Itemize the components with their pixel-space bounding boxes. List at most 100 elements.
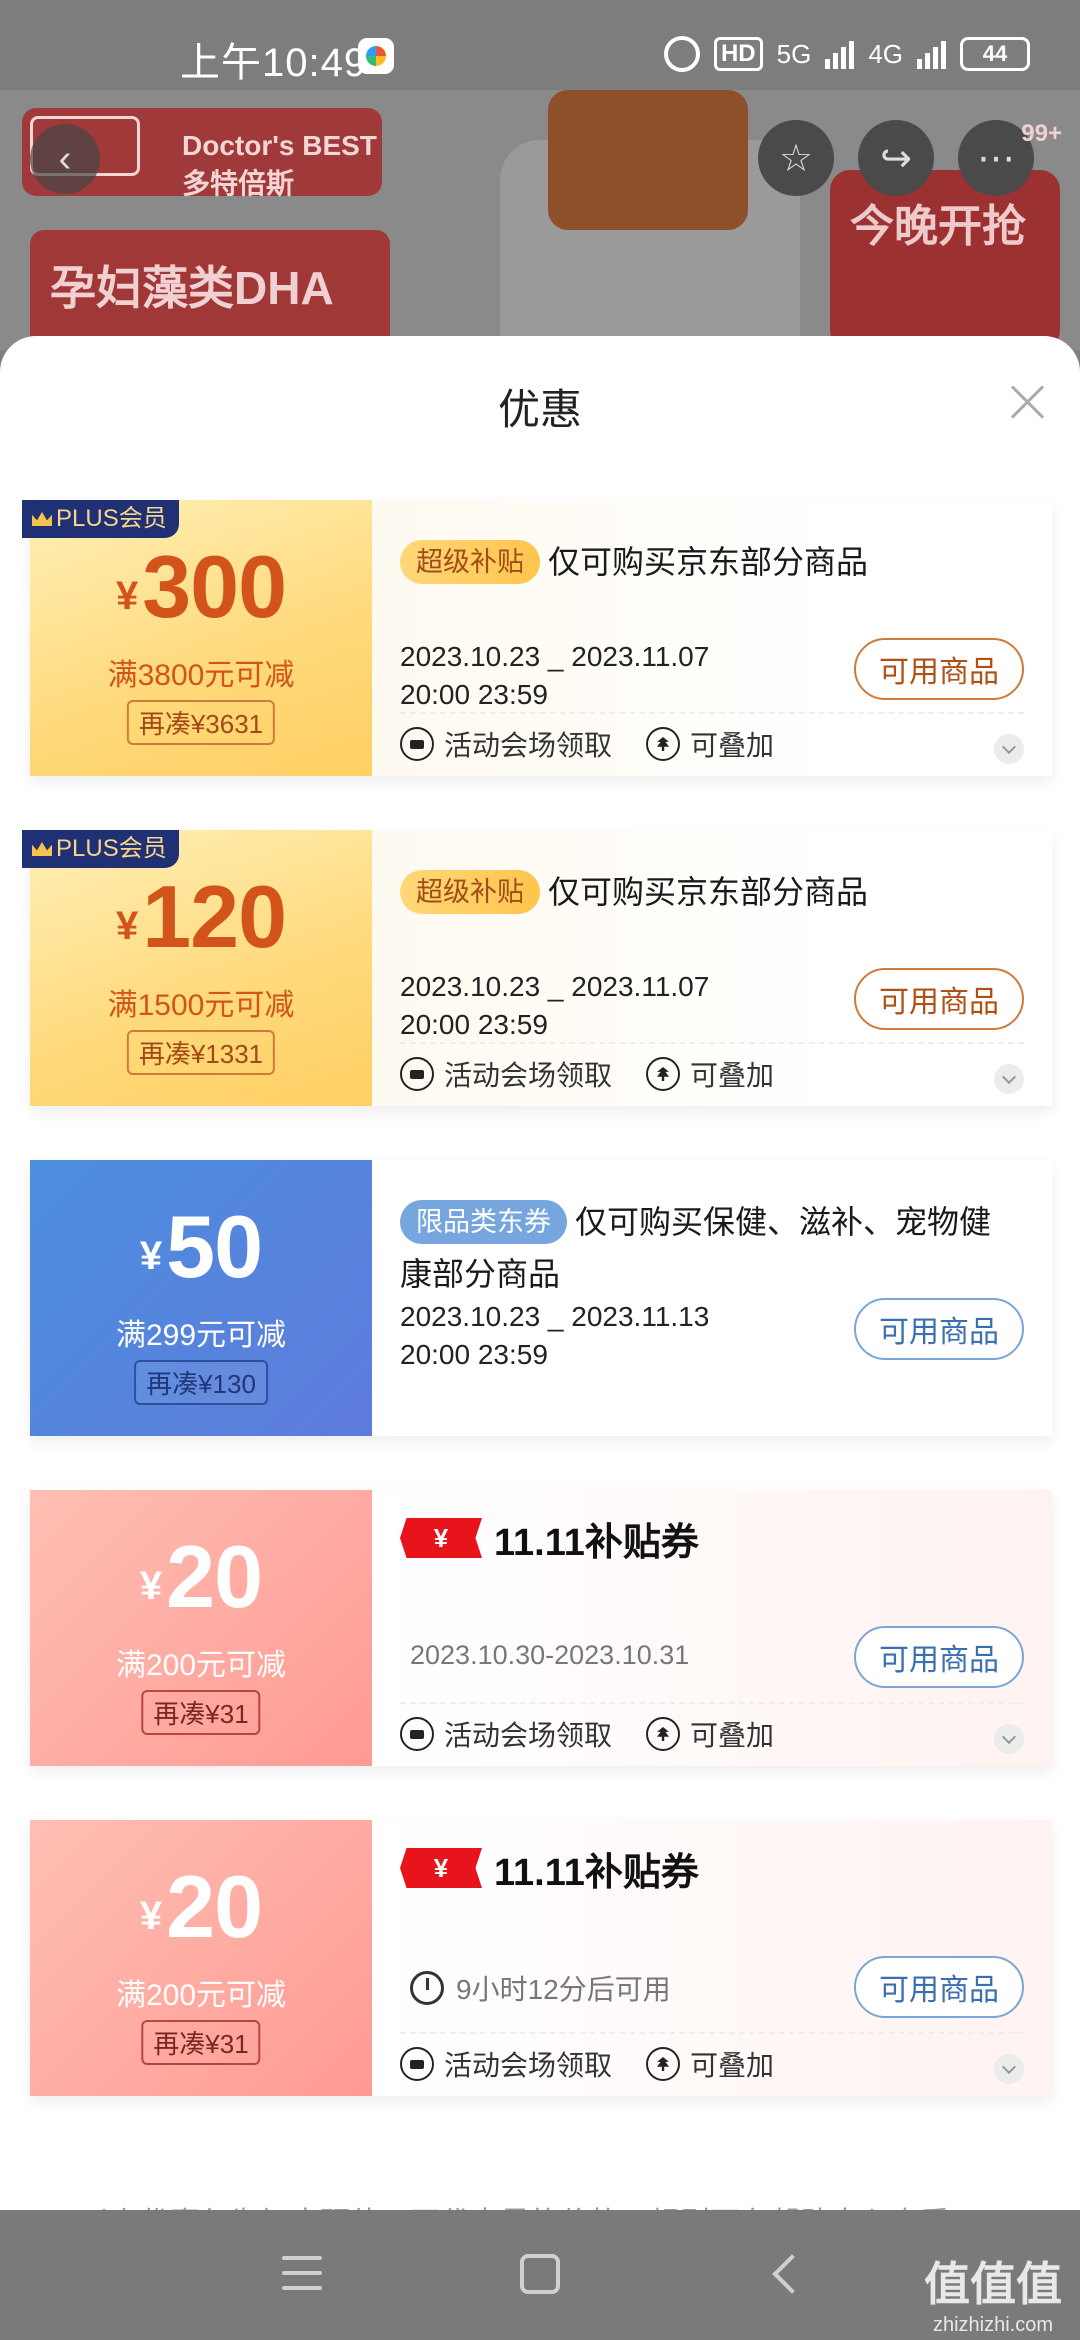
stack-icon bbox=[646, 727, 681, 761]
coupon-footer: 活动会场领取 可叠加 bbox=[400, 724, 774, 764]
network-5g-label: 5G bbox=[776, 38, 812, 69]
coupon-stackable: 可叠加 bbox=[690, 730, 775, 761]
star-icon: ☆ bbox=[778, 137, 814, 180]
hd-icon: HD bbox=[713, 37, 763, 71]
coupon-threshold: 满200元可减 bbox=[115, 1979, 287, 2012]
coupon-title-row: 超级补贴 仅可购买京东部分商品 bbox=[400, 866, 1020, 918]
coupon-gap-amount: 再凑¥1331 bbox=[126, 1030, 276, 1075]
ticket-icon bbox=[400, 1717, 434, 1751]
coupon-gap-amount: 再凑¥3631 bbox=[126, 700, 276, 745]
coupon-value-panel: ¥20 满200元可减 再凑¥31 bbox=[30, 1820, 372, 2096]
signal-4g-icon bbox=[917, 39, 946, 69]
available-products-button[interactable]: 可用商品 bbox=[854, 1626, 1024, 1688]
share-icon: ↪ bbox=[880, 137, 912, 180]
divider bbox=[400, 2032, 1024, 2034]
yen-flag-icon: ¥ bbox=[400, 1848, 482, 1888]
product-cap-image bbox=[548, 90, 748, 230]
coupon-footer: 活动会场领取 可叠加 bbox=[400, 1054, 774, 1094]
alarm-icon bbox=[663, 36, 700, 72]
expand-icon[interactable] bbox=[994, 734, 1024, 764]
ticket-icon bbox=[400, 727, 434, 761]
coupon-detail-panel: 超级补贴 仅可购买京东部分商品 2023.10.23 _ 2023.11.07 20… bbox=[372, 500, 1052, 776]
coupon-title-row: 超级补贴 仅可购买京东部分商品 bbox=[400, 536, 1020, 588]
menu-icon[interactable] bbox=[282, 2256, 322, 2292]
coupon-stackable: 可叠加 bbox=[690, 1060, 775, 1091]
available-products-button[interactable]: 可用商品 bbox=[854, 968, 1024, 1030]
coupon-dates: 2023.10.23 _ 2023.11.07 20:00 23:59 bbox=[400, 641, 710, 710]
coupon-tag: 限品类东券 bbox=[400, 1200, 567, 1244]
disclaimer-text: 以上优惠仅为初步预估，不代表最终价格，规则可在帮助中心查看 bbox=[80, 2198, 950, 2210]
share-button[interactable]: ↪ bbox=[858, 120, 934, 196]
coupon-source: 活动会场领取 bbox=[444, 1060, 613, 1091]
coupon-tag: 超级补贴 bbox=[400, 540, 540, 584]
coupon-countdown: 9小时12分后可用 bbox=[410, 1968, 671, 2008]
coupon-card[interactable]: PLUS会员 ¥120 满1500元可减 再凑¥1331 超级补贴 仅可购买京东部… bbox=[22, 830, 1052, 1106]
coupon-amount: ¥50 bbox=[139, 1197, 263, 1296]
stack-icon bbox=[646, 1057, 681, 1091]
favorite-button[interactable]: ☆ bbox=[758, 120, 834, 196]
subsidy-coupon-label: 11.11补贴券 bbox=[494, 1521, 699, 1564]
coupon-source: 活动会场领取 bbox=[444, 1720, 613, 1751]
coupon-title: 仅可购买京东部分商品 bbox=[548, 544, 869, 580]
subsidy-coupon-logo: ¥ 11.11补贴券 bbox=[400, 1514, 699, 1564]
expand-icon[interactable] bbox=[994, 1064, 1024, 1094]
clock-icon bbox=[410, 1971, 444, 2005]
app-notification-icon bbox=[358, 38, 394, 74]
expand-icon[interactable] bbox=[994, 1724, 1024, 1754]
divider bbox=[400, 1702, 1024, 1704]
coupon-card[interactable]: ¥20 满200元可减 再凑¥31 ¥ 11.11补贴券 9小时12分后可用 可… bbox=[30, 1820, 1052, 2096]
coupon-dates: 2023.10.23 _ 2023.11.07 20:00 23:59 bbox=[400, 971, 710, 1040]
coupon-value-panel: ¥50 满299元可减 再凑¥130 bbox=[30, 1160, 372, 1436]
product-hero: Doctor's BEST多特倍斯 孕妇藻类DHA 今晚开抢 ‹ ☆ ↪ ⋯ 9… bbox=[0, 90, 1080, 350]
back-icon[interactable] bbox=[770, 2254, 800, 2294]
coupon-tag: 超级补贴 bbox=[400, 870, 540, 914]
coupon-threshold: 满299元可减 bbox=[115, 1319, 287, 1352]
product-title-banner: 孕妇藻类DHA bbox=[30, 230, 390, 350]
coupon-card[interactable]: ¥50 满299元可减 再凑¥130 限品类东券 仅可购买保健、滋补、宠物健康部分… bbox=[30, 1160, 1052, 1436]
plus-member-tag: PLUS会员 bbox=[22, 500, 179, 538]
subsidy-coupon-label: 11.11补贴券 bbox=[494, 1851, 699, 1894]
chevron-left-icon: ‹ bbox=[58, 137, 72, 180]
stack-icon bbox=[646, 1717, 681, 1751]
home-icon[interactable] bbox=[520, 2254, 560, 2294]
coupon-footer: 活动会场领取 可叠加 bbox=[400, 2044, 774, 2084]
coupon-value-panel: ¥20 满200元可减 再凑¥31 bbox=[30, 1490, 372, 1766]
available-products-button[interactable]: 可用商品 bbox=[854, 1956, 1024, 2018]
more-icon: ⋯ bbox=[977, 137, 1015, 180]
available-products-button[interactable]: 可用商品 bbox=[854, 638, 1024, 700]
coupon-dates: 2023.10.23 _ 2023.11.13 20:00 23:59 bbox=[400, 1301, 710, 1370]
coupon-footer: 活动会场领取 可叠加 bbox=[400, 1714, 774, 1754]
status-time: 上午10:49 bbox=[180, 41, 368, 85]
close-icon[interactable] bbox=[1006, 380, 1050, 424]
promo-banner: 今晚开抢 bbox=[830, 170, 1060, 350]
coupon-threshold: 满200元可减 bbox=[115, 1649, 287, 1682]
coupon-amount: ¥120 bbox=[115, 867, 287, 966]
coupon-source: 活动会场领取 bbox=[444, 2050, 613, 2081]
available-products-button[interactable]: 可用商品 bbox=[854, 1298, 1024, 1360]
crown-icon bbox=[32, 842, 52, 856]
coupon-card[interactable]: ¥20 满200元可减 再凑¥31 ¥ 11.11补贴券 2023.10.30-… bbox=[30, 1490, 1052, 1766]
expand-icon[interactable] bbox=[994, 2054, 1024, 2084]
coupon-title: 仅可购买京东部分商品 bbox=[548, 874, 869, 910]
coupon-amount: ¥300 bbox=[115, 537, 287, 636]
battery-icon: 44 bbox=[960, 37, 1030, 71]
signal-5g-icon bbox=[825, 39, 855, 69]
divider bbox=[400, 1042, 1024, 1044]
coupon-detail-panel: 超级补贴 仅可购买京东部分商品 2023.10.23 _ 2023.11.07 20… bbox=[372, 830, 1052, 1106]
status-icons: HD 5G 4G 44 bbox=[663, 36, 1030, 72]
coupon-amount: ¥20 bbox=[139, 1857, 263, 1956]
yen-flag-icon: ¥ bbox=[400, 1518, 482, 1558]
ticket-icon bbox=[400, 1057, 434, 1091]
coupon-amount: ¥20 bbox=[139, 1527, 263, 1626]
coupon-detail-panel: ¥ 11.11补贴券 9小时12分后可用 可用商品 活动会场领取 可叠加 bbox=[372, 1820, 1052, 2096]
coupon-stackable: 可叠加 bbox=[690, 2050, 775, 2081]
coupon-card[interactable]: PLUS会员 ¥300 满3800元可减 再凑¥3631 超级补贴 仅可购买京东部… bbox=[22, 500, 1052, 776]
coupon-stackable: 可叠加 bbox=[690, 1720, 775, 1751]
coupon-value-panel: ¥300 满3800元可减 再凑¥3631 bbox=[30, 500, 372, 776]
stack-icon bbox=[646, 2047, 681, 2081]
crown-icon bbox=[32, 512, 52, 526]
back-button[interactable]: ‹ bbox=[30, 124, 100, 194]
coupon-date-range: 2023.10.30-2023.10.31 bbox=[410, 1640, 690, 1670]
coupon-threshold: 满3800元可减 bbox=[107, 659, 295, 692]
coupon-value-panel: ¥120 满1500元可减 再凑¥1331 bbox=[30, 830, 372, 1106]
